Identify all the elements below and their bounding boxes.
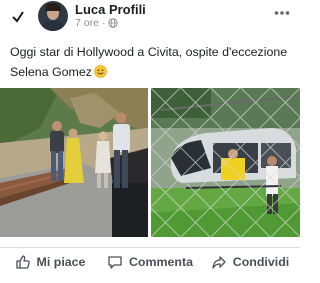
check-icon: [12, 11, 24, 23]
smiling-face-icon: [94, 65, 107, 78]
share-label: Condividi: [232, 255, 290, 269]
post-time[interactable]: 7 ore: [75, 17, 99, 29]
post-text-line2: Selena Gomez: [10, 65, 92, 79]
share-icon: [212, 256, 226, 269]
bridge-photo[interactable]: [0, 88, 148, 237]
actions-divider: [0, 247, 300, 248]
post-text: Oggi star di Hollywood a Civita, ospite …: [10, 42, 295, 82]
author-name[interactable]: Luca Profili: [75, 2, 146, 17]
post-text-line1: Oggi star di Hollywood a Civita, ospite …: [10, 45, 288, 59]
like-button[interactable]: Mi piace: [0, 249, 100, 275]
like-label: Mi piace: [36, 255, 86, 269]
avatar[interactable]: [38, 1, 68, 31]
comment-button[interactable]: Commenta: [100, 249, 200, 275]
globe-icon: [108, 18, 119, 28]
helicopter-photo[interactable]: [151, 88, 300, 237]
comment-label: Commenta: [128, 255, 194, 269]
post-actions: Mi piace Commenta Condividi: [0, 249, 300, 275]
post-meta: 7 ore ·: [75, 17, 119, 29]
comment-icon: [108, 256, 122, 269]
more-icon[interactable]: [274, 10, 290, 16]
thumbs-up-icon: [15, 255, 30, 269]
post-header: Luca Profili 7 ore ·: [0, 0, 300, 34]
share-button[interactable]: Condividi: [200, 249, 300, 275]
meta-separator: ·: [101, 17, 106, 29]
